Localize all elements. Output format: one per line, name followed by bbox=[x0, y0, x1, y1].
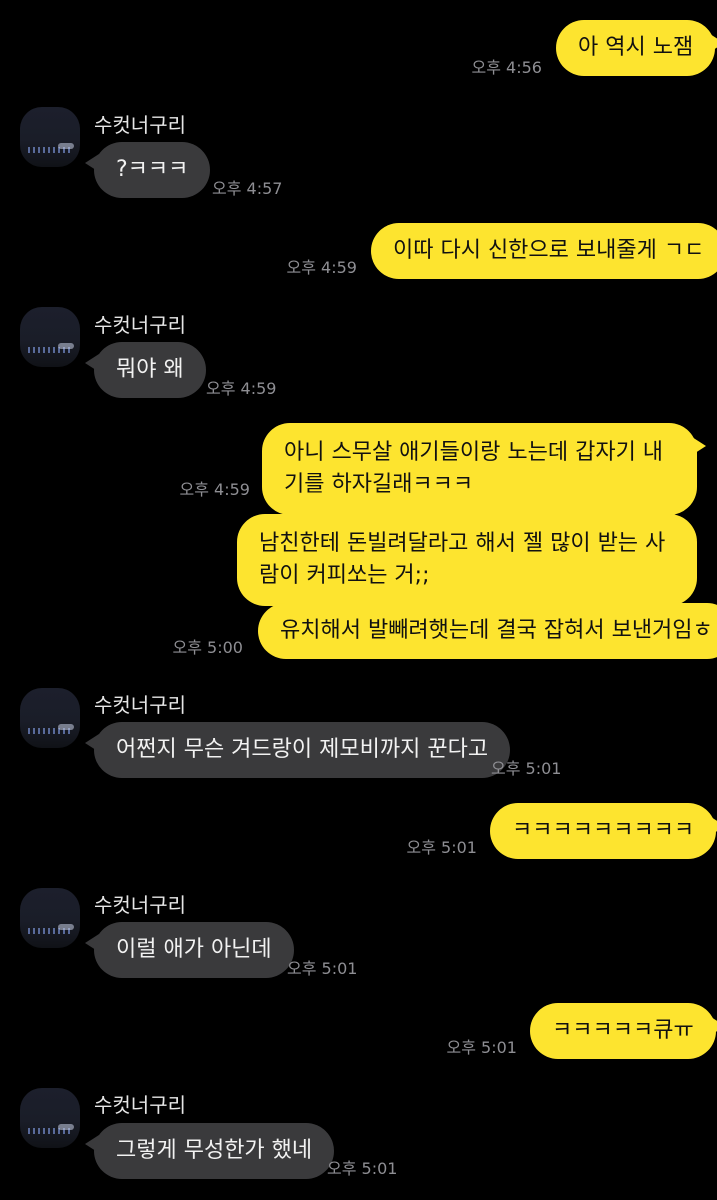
sent-message-bubble[interactable]: 남친한테 돈빌려달라고 해서 젤 많이 받는 사람이 커피쏘는 거;; bbox=[237, 514, 697, 606]
message-timestamp: 오후 4:57 bbox=[212, 179, 283, 198]
contact-name: 수컷너구리 bbox=[94, 693, 186, 717]
contact-name: 수컷너구리 bbox=[94, 893, 186, 917]
message-timestamp: 오후 5:01 bbox=[287, 959, 358, 978]
sent-message-bubble[interactable]: 유치해서 발빼려햇는데 결국 잡혀서 보낸거임ㅎ bbox=[258, 603, 717, 659]
message-timestamp: 오후 4:59 bbox=[206, 379, 277, 398]
sent-message-bubble[interactable]: ㅋㅋㅋㅋㅋ큐ㅠ bbox=[530, 1003, 717, 1059]
contact-name: 수컷너구리 bbox=[94, 113, 186, 137]
contact-avatar[interactable] bbox=[20, 888, 80, 948]
message-timestamp: 오후 4:56 bbox=[471, 58, 542, 77]
sent-message-bubble[interactable]: 아니 스무살 애기들이랑 노는데 갑자기 내기를 하자길래ㅋㅋㅋ bbox=[262, 423, 706, 515]
message-timestamp: 오후 5:01 bbox=[446, 1038, 517, 1057]
message-timestamp: 오후 4:59 bbox=[179, 480, 250, 499]
received-message-bubble[interactable]: 뭐야 왜 bbox=[85, 342, 206, 398]
chat-area[interactable]: 아 역시 노잼 오후 4:56 수컷너구리 ?ㅋㅋㅋ 오후 4:57 이따 다시… bbox=[0, 0, 717, 1200]
message-timestamp: 오후 5:01 bbox=[406, 838, 477, 857]
received-message-bubble[interactable]: 이럴 애가 아닌데 bbox=[85, 922, 294, 978]
contact-avatar[interactable] bbox=[20, 688, 80, 748]
contact-avatar[interactable] bbox=[20, 307, 80, 367]
message-timestamp: 오후 4:59 bbox=[286, 258, 357, 277]
contact-avatar[interactable] bbox=[20, 107, 80, 167]
received-message-bubble[interactable]: 그렇게 무성한가 했네 bbox=[84, 1123, 335, 1179]
received-message-bubble[interactable]: ?ㅋㅋㅋ bbox=[84, 142, 211, 198]
message-timestamp: 오후 5:01 bbox=[327, 1159, 398, 1178]
message-timestamp: 오후 5:00 bbox=[172, 638, 243, 657]
contact-name: 수컷너구리 bbox=[94, 313, 186, 337]
received-message-bubble[interactable]: 어쩐지 무슨 겨드랑이 제모비까지 꾼다고 bbox=[84, 722, 511, 778]
contact-avatar[interactable] bbox=[20, 1088, 80, 1148]
sent-message-bubble[interactable]: 아 역시 노잼 bbox=[556, 20, 717, 76]
contact-name: 수컷너구리 bbox=[94, 1093, 186, 1117]
sent-message-bubble[interactable]: ㅋㅋㅋㅋㅋㅋㅋㅋㅋ bbox=[490, 803, 717, 859]
sent-message-bubble[interactable]: 이따 다시 신한으로 보내줄게 ㄱㄷ bbox=[371, 223, 717, 279]
message-timestamp: 오후 5:01 bbox=[491, 759, 562, 778]
